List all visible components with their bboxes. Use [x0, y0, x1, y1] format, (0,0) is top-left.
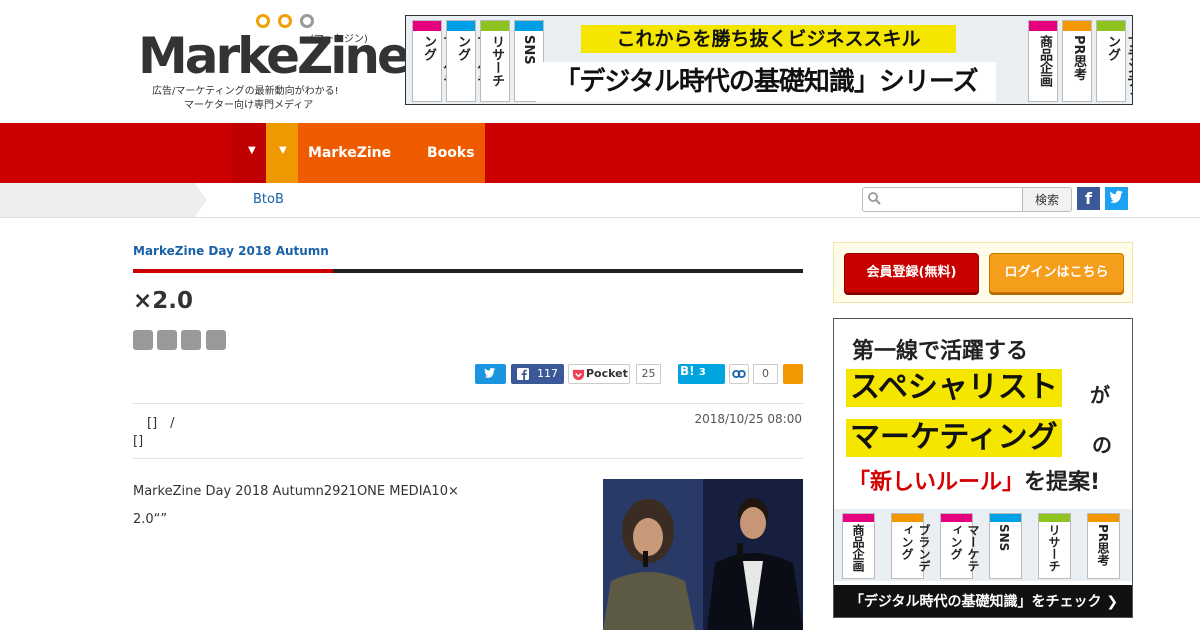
pocket-share-count: 25: [636, 364, 661, 384]
ad-highlight-1: スペシャリスト: [846, 369, 1062, 407]
ad-footer-link[interactable]: 「デジタル時代の基礎知識」をチェック ❯: [834, 585, 1132, 617]
link-share-count: 0: [753, 364, 778, 384]
subnav-tab-arrow: [195, 183, 207, 217]
banner-book: 商品企画: [1028, 20, 1058, 102]
search-button[interactable]: 検索: [1022, 187, 1072, 212]
ad-books: 商品企画 ブランディング マーケティング SNS リサーチ PR思考: [834, 509, 1132, 581]
breadcrumb-btob[interactable]: BtoB: [253, 183, 284, 217]
banner-book: PR思考: [1062, 20, 1092, 102]
article-tag[interactable]: [206, 330, 226, 350]
title-rule-accent: [133, 269, 333, 273]
share-pocket-button[interactable]: Pocket: [568, 364, 630, 384]
search-icon: [868, 192, 881, 205]
article-tag[interactable]: [157, 330, 177, 350]
share-feedly-button[interactable]: [783, 364, 803, 384]
article-lead-continued: 2.0“”: [133, 512, 168, 527]
logo-tagline-sub: マーケター向け専門メディア: [184, 100, 314, 111]
main-nav: ▼ ▼ MarkeZine Books: [0, 123, 1200, 183]
article-title: ×2.0: [133, 288, 194, 314]
article-tag[interactable]: [133, 330, 153, 350]
search-form: 検索: [862, 187, 1072, 212]
article-author: [] /: [147, 416, 175, 431]
banner-book: リサーチ: [480, 20, 510, 102]
ad-red-text: 「新しいルール」: [848, 470, 1025, 495]
logo-tagline: 広告/マーケティングの最新動向がわかる!: [152, 86, 339, 97]
facebook-icon[interactable]: f: [1077, 187, 1100, 210]
subnav-tab[interactable]: [0, 183, 195, 217]
chevron-down-icon: ▼: [279, 145, 287, 156]
facebook-icon: [517, 368, 529, 380]
search-input[interactable]: [862, 187, 1023, 212]
article-lead: MarkeZine Day 2018 Autumn2921ONE MEDIA10…: [133, 484, 459, 499]
nav-category-dropdown[interactable]: ▼: [266, 123, 298, 183]
ad-book: SNS: [989, 513, 1022, 579]
login-button[interactable]: ログインはこちら: [989, 253, 1124, 293]
ad-particle-1: が: [1090, 383, 1110, 407]
ad-book: 商品企画: [842, 513, 875, 579]
link-icon: [732, 369, 746, 379]
pocket-label: Pocket: [586, 367, 628, 380]
ad-book: PR思考: [1087, 513, 1120, 579]
banner-headline: これからを勝ち抜くビジネススキル: [581, 25, 956, 53]
sub-nav: BtoB 検索: [0, 183, 1200, 218]
ad-book: マーケティング: [940, 513, 980, 579]
article-meta: [] / [] 2018/10/25 08:00: [133, 403, 803, 459]
ad-particle-2: の: [1092, 433, 1112, 457]
hatena-share-count: 3: [698, 367, 706, 378]
ad-line-4-tail: を提案!: [1024, 470, 1101, 495]
register-button[interactable]: 会員登録(無料): [844, 253, 979, 293]
share-link-button[interactable]: [729, 364, 749, 384]
share-facebook-button[interactable]: 117: [511, 364, 564, 384]
ad-book: リサーチ: [1038, 513, 1071, 579]
nav-link-markezine[interactable]: MarkeZine: [308, 123, 391, 183]
sidebar-ad-banner[interactable]: 第一線で活躍する スペシャリスト が マーケティング の 「新しいルール」を提案…: [833, 318, 1133, 618]
share-hatena-button[interactable]: B! 3: [678, 364, 725, 384]
twitter-icon[interactable]: [1105, 187, 1128, 210]
article-date: 2018/10/25 08:00: [694, 412, 802, 426]
banner-book: マーケティング: [412, 20, 455, 102]
ad-line-4: 「新しいルール」を提案!: [848, 464, 1100, 496]
banner-book: ブランディング: [1096, 20, 1132, 102]
markezine-logo[interactable]: MarkeZine (マーケジン) 広告/マーケティングの最新動向がわかる! マ…: [138, 14, 411, 111]
twitter-icon: [484, 367, 496, 378]
banner-book: マーケティング: [446, 20, 489, 102]
ad-line-1: 第一線で活躍する: [852, 339, 1029, 364]
nav-link-books[interactable]: Books: [427, 123, 475, 183]
chevron-down-icon: ▼: [248, 145, 256, 156]
pocket-icon: [572, 369, 585, 381]
member-box: 会員登録(無料) ログインはこちら: [833, 242, 1133, 303]
article-event-label[interactable]: MarkeZine Day 2018 Autumn: [133, 244, 329, 258]
article-tag[interactable]: [181, 330, 201, 350]
share-twitter-button[interactable]: [475, 364, 506, 384]
nav-menu-dropdown[interactable]: ▼: [233, 123, 266, 183]
facebook-share-count: 117: [537, 367, 558, 380]
article-author-sub: []: [133, 434, 144, 449]
nav-sites: MarkeZine Books: [298, 123, 485, 183]
ad-highlight-2: マーケティング: [846, 419, 1062, 457]
article-photo: [603, 479, 803, 630]
banner-series-title: 「デジタル時代の基礎知識」シリーズ: [536, 62, 996, 102]
logo-kana: (マーケジン): [310, 34, 368, 45]
site-header: MarkeZine (マーケジン) 広告/マーケティングの最新動向がわかる! マ…: [0, 0, 1200, 123]
ad-book: ブランディング: [891, 513, 931, 579]
header-ad-banner[interactable]: マーケティング マーケティング リサーチ SNS これからを勝ち抜くビジネススキ…: [405, 15, 1133, 105]
hatena-icon: B!: [680, 364, 695, 378]
